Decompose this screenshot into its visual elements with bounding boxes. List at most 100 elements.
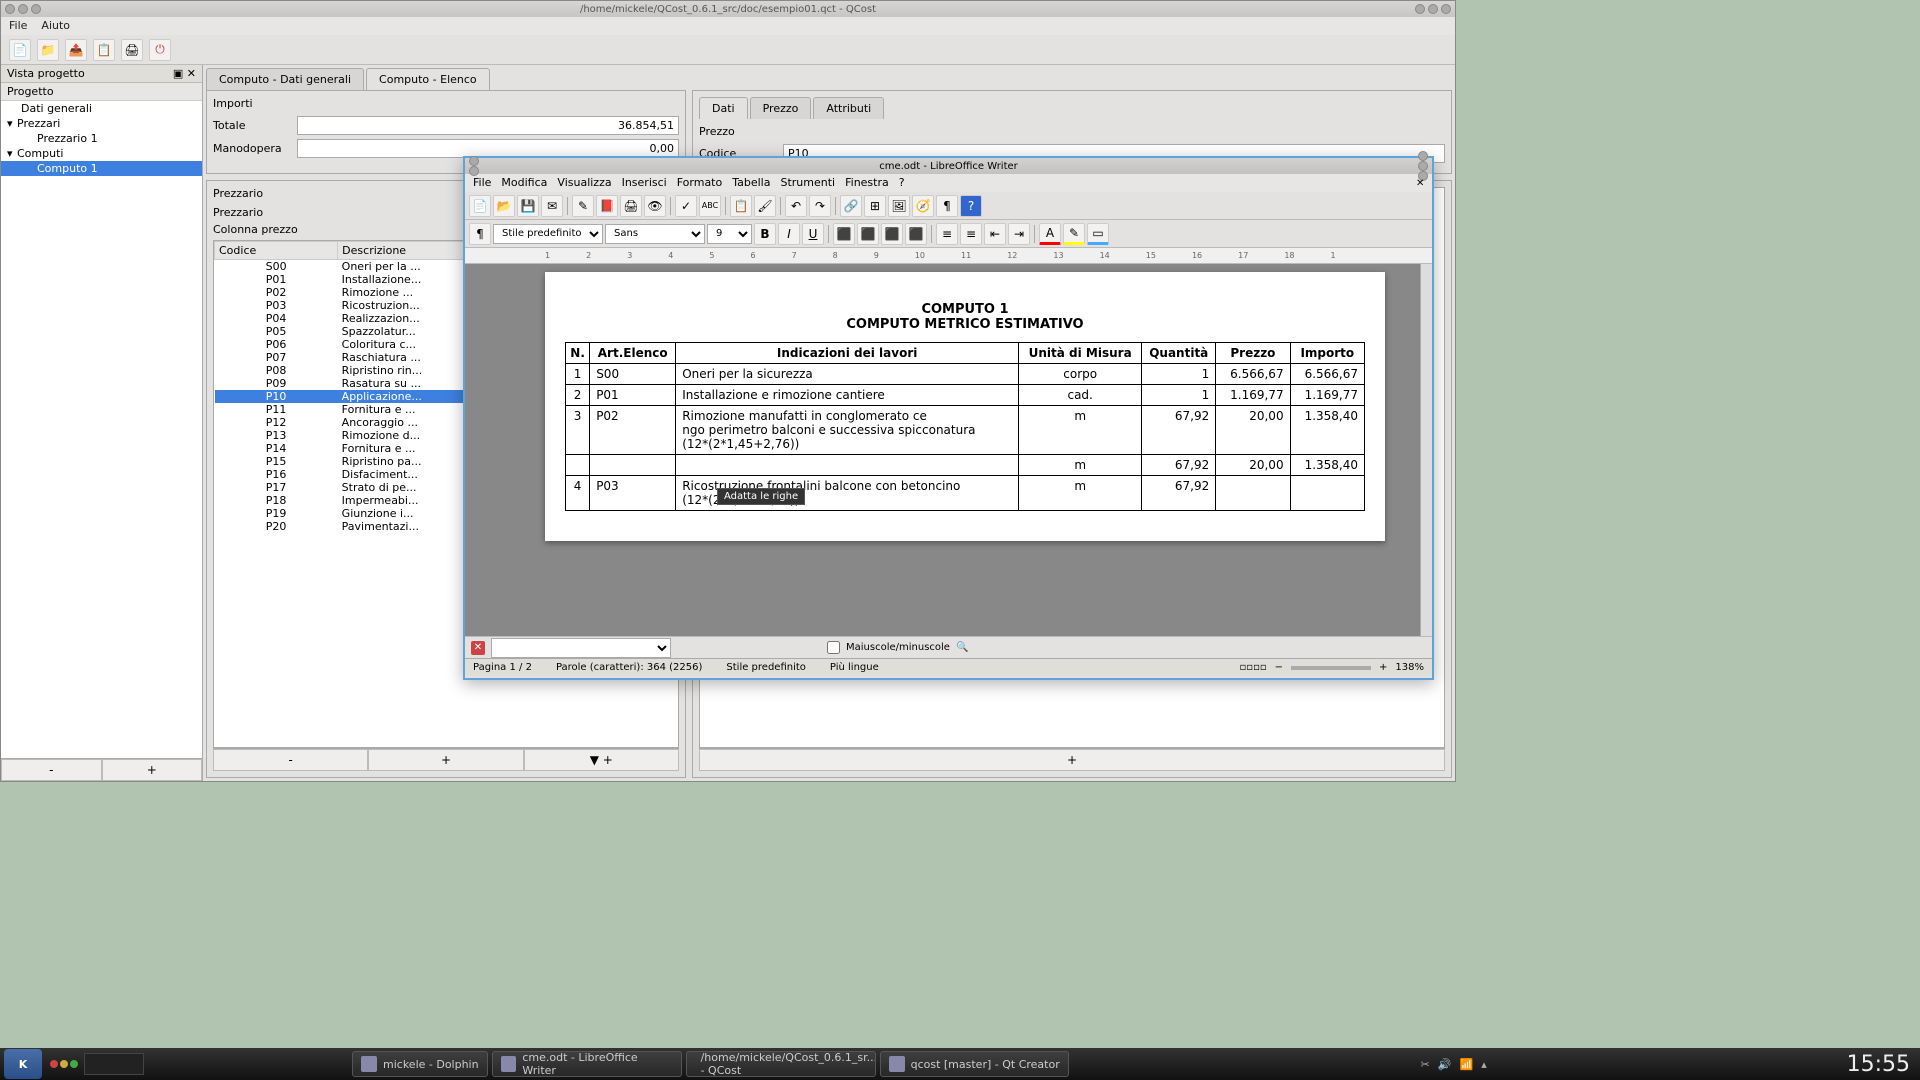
export-icon[interactable]: 📋	[93, 39, 115, 61]
lo-min-icon[interactable]	[1418, 151, 1428, 161]
search-input[interactable]	[491, 638, 671, 658]
max2-icon[interactable]	[1428, 4, 1438, 14]
max-icon[interactable]	[31, 4, 41, 14]
price-add-down-button[interactable]: ▼ +	[524, 749, 679, 771]
menu-item[interactable]: Finestra	[845, 176, 889, 190]
email-icon[interactable]: ✉	[541, 195, 563, 217]
activity-dots[interactable]	[50, 1060, 78, 1068]
preview-icon[interactable]: 👁	[644, 195, 666, 217]
lo-max-icon[interactable]	[1418, 161, 1428, 171]
th-codice[interactable]: Codice	[215, 242, 338, 260]
pager[interactable]	[84, 1053, 144, 1075]
menu-item[interactable]: File	[473, 176, 491, 190]
list-num-icon[interactable]: ≡	[936, 223, 958, 245]
price-add-button[interactable]: +	[368, 749, 523, 771]
case-checkbox[interactable]	[827, 641, 840, 654]
save-doc-icon[interactable]: 💾	[517, 195, 539, 217]
spell-icon[interactable]: ✓	[675, 195, 697, 217]
volume-icon[interactable]: 🔊	[1438, 1058, 1452, 1071]
align-justify-icon[interactable]: ⬛	[905, 223, 927, 245]
tree-item[interactable]: Prezzario 1	[1, 131, 202, 146]
zoom-slider[interactable]	[1291, 666, 1371, 670]
find-close-icon[interactable]: ✕	[471, 641, 485, 655]
italic-icon[interactable]: I	[778, 223, 800, 245]
menu-item[interactable]: Visualizza	[557, 176, 611, 190]
view-icons[interactable]: ▫▫▫▫	[1240, 662, 1267, 673]
redo-icon[interactable]: ↷	[809, 195, 831, 217]
size-combo[interactable]: 9	[707, 224, 752, 244]
indent-dec-icon[interactable]: ⇤	[984, 223, 1006, 245]
tab-dati-generali[interactable]: Computo - Dati generali	[206, 68, 364, 90]
para-icon[interactable]: ¶	[936, 195, 958, 217]
bold-icon[interactable]: B	[754, 223, 776, 245]
tab-prezzo[interactable]: Prezzo	[750, 97, 812, 119]
tab-attributi[interactable]: Attributi	[813, 97, 884, 119]
font-combo[interactable]: Sans	[605, 224, 705, 244]
tray-icon[interactable]: ✂	[1421, 1058, 1430, 1071]
exit-icon[interactable]: ⏻	[149, 39, 171, 61]
tree-item[interactable]: ▾Computi	[1, 146, 202, 161]
detail-add-button[interactable]: +	[699, 749, 1445, 771]
chevron-up-icon[interactable]: ▴	[1481, 1058, 1487, 1071]
zoom-in-icon[interactable]: +	[1379, 662, 1387, 673]
edit-icon[interactable]: ✎	[572, 195, 594, 217]
scrollbar[interactable]	[1420, 264, 1432, 636]
print2-icon[interactable]: 🖨	[620, 195, 642, 217]
abc-icon[interactable]: ABC	[699, 195, 721, 217]
new-icon[interactable]: 📄	[9, 39, 31, 61]
nav-icon[interactable]: 🧭	[912, 195, 934, 217]
underline-icon[interactable]: U	[802, 223, 824, 245]
align-right-icon[interactable]: ⬛	[881, 223, 903, 245]
undo-icon[interactable]: ↶	[785, 195, 807, 217]
close-icon[interactable]	[5, 4, 15, 14]
tree-item[interactable]: Computo 1	[1, 161, 202, 176]
new-doc-icon[interactable]: 📄	[469, 195, 491, 217]
task-item[interactable]: qcost [master] - Qt Creator	[880, 1051, 1069, 1077]
highlight-icon[interactable]: ✎	[1063, 223, 1085, 245]
menu-item[interactable]: Formato	[677, 176, 723, 190]
table-icon[interactable]: ⊞	[864, 195, 886, 217]
menu-item[interactable]: ?	[899, 176, 905, 190]
zoom-out-icon[interactable]: −	[1275, 662, 1283, 673]
task-item[interactable]: mickele - Dolphin	[352, 1051, 488, 1077]
doc-close-icon[interactable]: ✕	[1416, 178, 1428, 190]
clock[interactable]: 15:55	[1847, 1052, 1910, 1077]
paste-icon[interactable]: 📋	[730, 195, 752, 217]
tab-dati[interactable]: Dati	[699, 97, 748, 119]
open-icon[interactable]: 📁	[37, 39, 59, 61]
brush-icon[interactable]: 🖌	[754, 195, 776, 217]
pdf-icon[interactable]: 📕	[596, 195, 618, 217]
document-area[interactable]: COMPUTO 1 COMPUTO METRICO ESTIMATIVO N.A…	[465, 264, 1432, 636]
tree-item[interactable]: Dati generali	[1, 101, 202, 116]
network-icon[interactable]: 📶	[1460, 1058, 1474, 1071]
remove-button[interactable]: -	[1, 759, 102, 781]
tree-item[interactable]: ▾Prezzari	[1, 116, 202, 131]
bgcolor-icon[interactable]: ▭	[1087, 223, 1109, 245]
fontcolor-icon[interactable]: A	[1039, 223, 1061, 245]
align-left-icon[interactable]: ⬛	[833, 223, 855, 245]
min-icon[interactable]	[18, 4, 28, 14]
lo-pin-icon[interactable]	[469, 166, 479, 176]
tab-elenco[interactable]: Computo - Elenco	[366, 68, 490, 90]
menu-item[interactable]: Tabella	[732, 176, 770, 190]
open-doc-icon[interactable]: 📂	[493, 195, 515, 217]
link-icon[interactable]: 🔗	[840, 195, 862, 217]
binoculars-icon[interactable]: 🔍	[956, 642, 968, 653]
task-item[interactable]: /home/mickele/QCost_0.6.1_sr... - QCost	[686, 1051, 876, 1077]
style-combo[interactable]: Stile predefinito	[493, 224, 603, 244]
save-icon[interactable]: 📤	[65, 39, 87, 61]
lo-appicon[interactable]	[469, 156, 479, 166]
min2-icon[interactable]	[1415, 4, 1425, 14]
menu-aiuto[interactable]: Aiuto	[41, 19, 70, 33]
indent-inc-icon[interactable]: ⇥	[1008, 223, 1030, 245]
task-item[interactable]: cme.odt - LibreOffice Writer	[492, 1051, 682, 1077]
price-remove-button[interactable]: -	[213, 749, 368, 771]
menu-file[interactable]: File	[9, 19, 27, 33]
help-icon[interactable]: ?	[960, 195, 982, 217]
pane-controls[interactable]: ▣ ✕	[173, 67, 196, 80]
close2-icon[interactable]	[1441, 4, 1451, 14]
align-center-icon[interactable]: ⬛	[857, 223, 879, 245]
list-bul-icon[interactable]: ≡	[960, 223, 982, 245]
project-tree[interactable]: Progetto Dati generali▾PrezzariPrezzario…	[1, 83, 202, 758]
kmenu-button[interactable]: K	[4, 1049, 42, 1079]
